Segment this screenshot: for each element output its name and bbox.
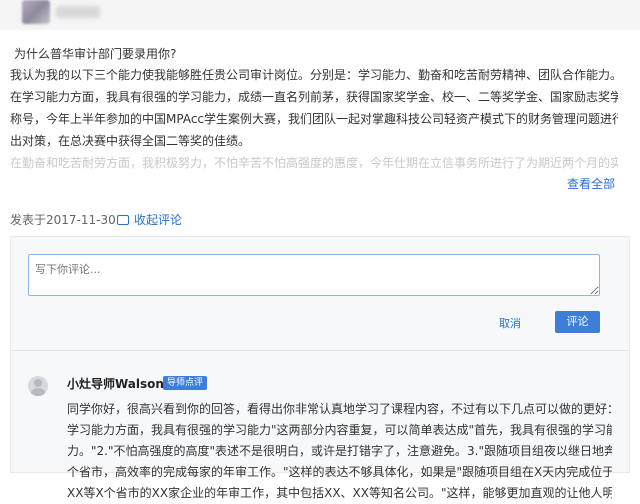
cancel-button[interactable]: 取消 xyxy=(499,315,521,331)
review-text: 同学你好，很高兴看到你的回答，看得出你非常认真地学习了课程内容，不过有以下几点可… xyxy=(67,399,612,504)
blurred-avatar xyxy=(22,0,50,24)
question-title: 为什么普华审计部门要录用你? xyxy=(14,47,177,61)
reviewer-name: 小灶导师Walson xyxy=(67,377,164,391)
answer-line: 出对策，在总决赛中获得全国二等奖的佳绩。 xyxy=(10,134,251,148)
answer-line: 称号，今年上半年参加的中国MPAcc学生案例大赛，我们团队一起对掌趣科技公司轻资… xyxy=(10,112,618,126)
comment-panel: 取消 评论 小灶导师Walson 导师点评 同学你好，很高兴看到你的回答，看得出… xyxy=(10,236,630,500)
top-author-bar xyxy=(0,0,640,30)
review-line: XX等X个省市的XX家企业的年审工作，其中包括XX、XX等知名公司。"这样，能够… xyxy=(67,486,612,500)
reviewer-avatar xyxy=(28,376,48,396)
answer-faded-line: 在勤奋和吃苦耐劳方面，我积极努力，不怕辛苦不怕高强度的惠度，今年仕期在立信事务所… xyxy=(10,156,618,170)
posted-date: 发表于2017-11-30 xyxy=(10,213,116,227)
review-line: 力。"2."不怕高强度的高度"表述不是很明白，或许是打错字了，注意避免。3."跟… xyxy=(67,444,612,458)
comment-icon xyxy=(117,214,129,225)
answer-body: 我认为我的以下三个能力使我能够胜任贵公司审计岗位。分别是：学习能力、勤奋和吃苦耐… xyxy=(10,64,618,170)
view-all-link[interactable]: 查看全部 xyxy=(567,175,615,192)
collapse-comments-label: 收起评论 xyxy=(134,213,183,227)
review-line: 同学你好，很高兴看到你的回答，看得出你非常认真地学习了课程内容，不过有以下几点可… xyxy=(67,402,612,416)
avatar-body-shape xyxy=(31,388,45,396)
avatar-head-shape xyxy=(34,379,42,387)
mentor-badge: 导师点评 xyxy=(163,376,208,390)
divider xyxy=(11,350,629,351)
submit-comment-button[interactable]: 评论 xyxy=(555,311,600,333)
answer-line: 我认为我的以下三个能力使我能够胜任贵公司审计岗位。分别是：学习能力、勤奋和吃苦耐… xyxy=(10,68,618,82)
review-line: 学习能力方面，我具有很强的学习能力"这两部分内容重复，可以简单表达成"首先，我具… xyxy=(67,423,612,437)
collapse-comments-link[interactable]: 收起评论 xyxy=(117,211,182,228)
answer-line: 在学习能力方面，我具有很强的学习能力，成绩一直名列前茅，获得国家奖学金、校一、二… xyxy=(10,90,618,104)
comment-input[interactable] xyxy=(28,254,600,296)
blurred-username xyxy=(56,6,100,18)
